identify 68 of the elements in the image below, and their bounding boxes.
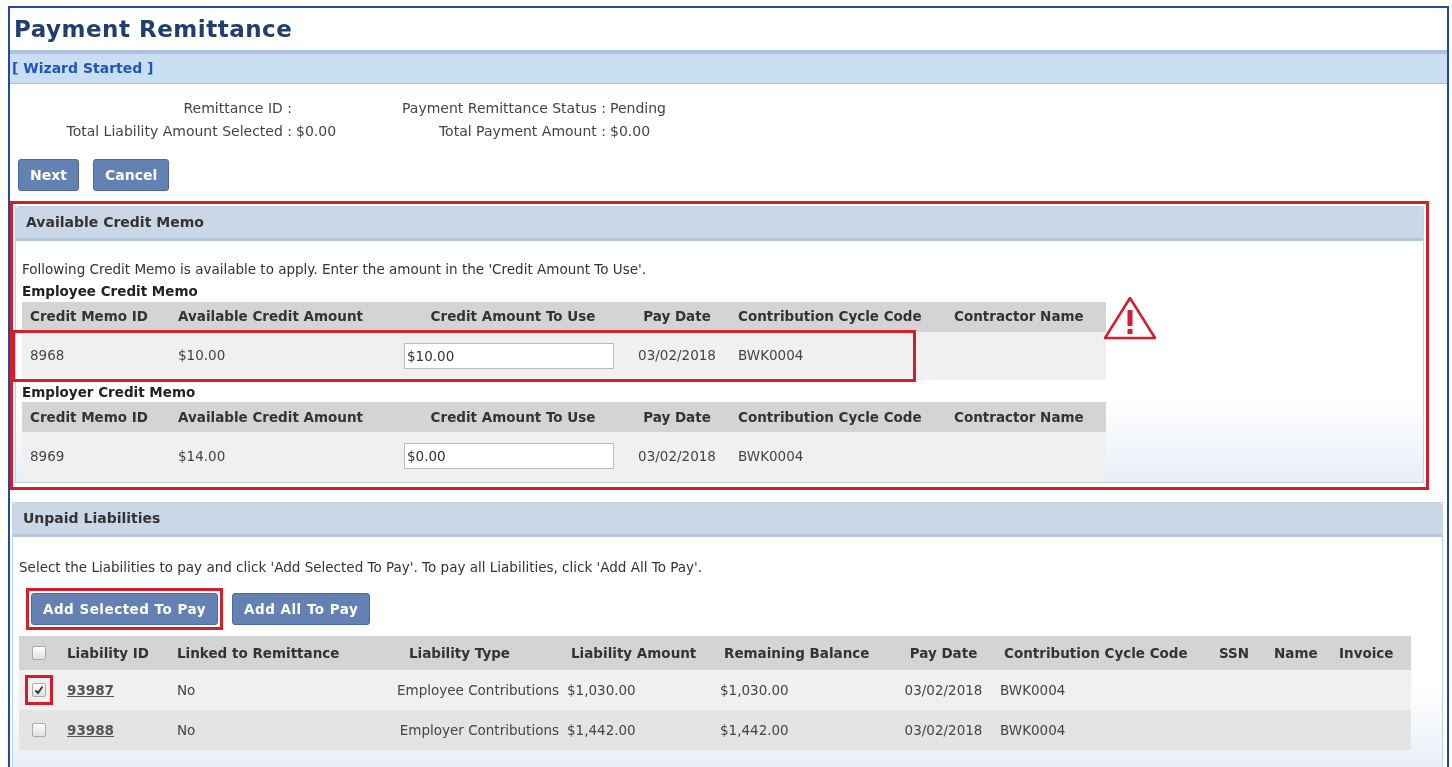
summary-value: Pending <box>609 99 667 118</box>
table-cell: $10.00 <box>178 347 226 364</box>
column-header: Contractor Name <box>954 408 1084 425</box>
section-title: Available Credit Memo <box>26 213 204 232</box>
table-cell: 8968 <box>30 347 65 364</box>
table-cell: $1,442.00 <box>567 721 636 738</box>
instruction-text: Select the Liabilities to pay and click 'Add Selected To Pay'. To pay all Liabilities, click 'Add All To Pay'. <box>19 557 704 577</box>
column-header: Remaining Balance <box>724 644 870 661</box>
column-header: Credit Amount To Use <box>430 408 596 425</box>
table-cell: 03/02/2018 <box>638 447 716 464</box>
summary-label: Total Payment Amount : <box>437 122 606 141</box>
table-cell: No <box>177 681 196 698</box>
column-header: Liability ID <box>67 644 150 661</box>
table-cell: BWK0004 <box>1000 681 1066 698</box>
table-cell: $1,030.00 <box>567 681 636 698</box>
summary-label: Payment Remittance Status : <box>401 99 606 118</box>
summary-label: Total Liability Amount Selected : <box>65 122 292 141</box>
column-header: Contractor Name <box>954 308 1084 325</box>
table-cell: 03/02/2018 <box>904 681 983 698</box>
column-header: Contribution Cycle Code <box>738 308 922 325</box>
checkbox[interactable] <box>32 723 46 737</box>
table-cell: BWK0004 <box>738 347 804 364</box>
section-title: Unpaid Liabilities <box>23 508 161 528</box>
instruction-text: Following Credit Memo is available to apply. Enter the amount in the 'Credit Amount To Use'. <box>22 260 648 279</box>
group-title: Employee Credit Memo <box>22 282 199 302</box>
column-header: Available Credit Amount <box>178 408 364 425</box>
wizard-button[interactable]: Next <box>18 159 79 191</box>
wizard-button[interactable]: Cancel <box>92 159 170 191</box>
column-header: Credit Memo ID <box>30 308 149 325</box>
column-header: Linked to Remittance <box>177 644 340 661</box>
table-cell: Employee Contributions <box>397 681 559 698</box>
credit-amount-input[interactable]: $10.00 <box>404 342 614 369</box>
column-header: Credit Amount To Use <box>430 308 596 325</box>
table-cell: $14.00 <box>178 447 226 464</box>
table-cell: $1,442.00 <box>720 721 789 738</box>
column-header: Pay Date <box>643 408 711 425</box>
group-title: Employer Credit Memo <box>22 382 197 402</box>
column-header: Liability Type <box>408 644 511 661</box>
table-cell: 03/02/2018 <box>904 721 983 738</box>
column-header: SSN <box>1219 644 1250 661</box>
page-title: Payment Remittance <box>14 14 293 44</box>
action-button[interactable]: Add All To Pay <box>232 593 371 625</box>
column-header: Contribution Cycle Code <box>1004 644 1188 661</box>
column-header: Credit Memo ID <box>30 408 149 425</box>
table-cell: BWK0004 <box>1000 721 1066 738</box>
column-header: Invoice <box>1339 644 1394 661</box>
checkbox[interactable] <box>32 683 46 697</box>
table-cell: 03/02/2018 <box>638 347 716 364</box>
column-header: Pay Date <box>909 644 978 661</box>
summary-value: $0.00 <box>609 122 652 141</box>
column-header: Name <box>1274 644 1318 661</box>
liability-link[interactable]: 93988 <box>67 721 114 738</box>
table-cell: BWK0004 <box>738 447 804 464</box>
summary-label: Remittance ID : <box>182 99 292 118</box>
liability-link[interactable]: 93987 <box>67 681 114 698</box>
action-button[interactable]: Add Selected To Pay <box>31 593 219 625</box>
column-header: Available Credit Amount <box>178 308 364 325</box>
summary-value: $0.00 <box>295 122 338 141</box>
wizard-link[interactable]: [ Wizard Started ] <box>12 58 154 79</box>
credit-amount-input[interactable]: $0.00 <box>404 442 614 469</box>
column-header: Contribution Cycle Code <box>738 408 922 425</box>
table-cell: Employer Contributions <box>399 721 559 738</box>
table-cell: 8969 <box>30 447 65 464</box>
table-cell: No <box>177 721 196 738</box>
table-cell: $1,030.00 <box>720 681 789 698</box>
column-header: Pay Date <box>643 308 711 325</box>
checkbox[interactable] <box>32 646 46 660</box>
column-header: Liability Amount <box>571 644 697 661</box>
